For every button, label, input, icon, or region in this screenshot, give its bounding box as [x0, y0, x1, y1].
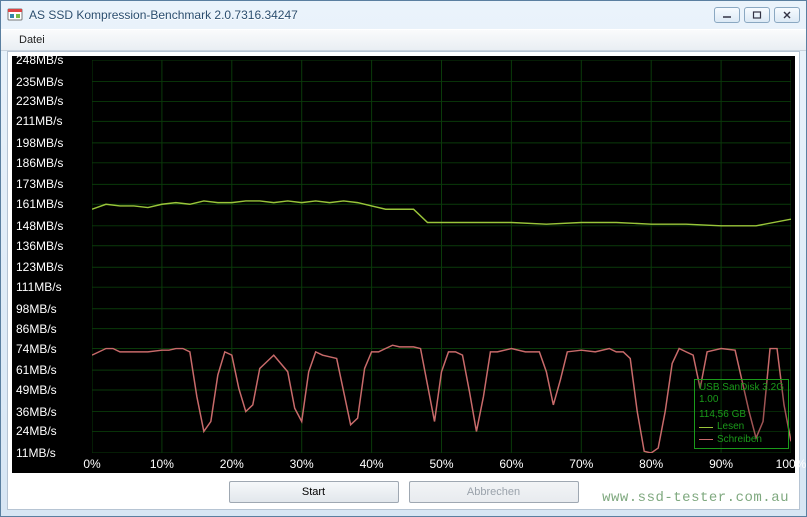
y-tick-label: 111MB/s: [16, 280, 62, 294]
button-row: Start Abbrechen: [8, 481, 799, 503]
y-tick-label: 24MB/s: [16, 424, 57, 438]
start-button[interactable]: Start: [229, 481, 399, 503]
window-title: AS SSD Kompression-Benchmark 2.0.7316.34…: [29, 8, 714, 22]
legend-write-row: Schreiben: [699, 434, 784, 447]
y-tick-label: 74MB/s: [16, 342, 57, 356]
x-tick-label: 50%: [429, 457, 453, 471]
menu-file[interactable]: Datei: [11, 32, 53, 48]
y-tick-label: 198MB/s: [16, 136, 63, 150]
x-tick-label: 10%: [150, 457, 174, 471]
y-tick-label: 49MB/s: [16, 383, 57, 397]
legend: USB SanDisk 3.2G 1.00 114,56 GB Lesen Sc…: [694, 379, 789, 450]
x-tick-label: 60%: [499, 457, 523, 471]
y-tick-label: 161MB/s: [16, 197, 63, 211]
y-tick-label: 235MB/s: [16, 75, 63, 89]
y-tick-label: 136MB/s: [16, 239, 63, 253]
chart-plot: [92, 60, 791, 453]
window-controls: [714, 7, 800, 23]
legend-capacity: 114,56 GB: [699, 409, 784, 422]
x-tick-label: 20%: [220, 457, 244, 471]
x-tick-label: 0%: [83, 457, 100, 471]
x-tick-label: 40%: [360, 457, 384, 471]
y-tick-label: 186MB/s: [16, 156, 63, 170]
maximize-button[interactable]: [744, 7, 770, 23]
legend-read-row: Lesen: [699, 421, 784, 434]
close-button[interactable]: [774, 7, 800, 23]
x-tick-label: 30%: [290, 457, 314, 471]
minimize-button[interactable]: [714, 7, 740, 23]
legend-firmware: 1.00: [699, 394, 784, 407]
y-tick-label: 223MB/s: [16, 94, 63, 108]
y-tick-label: 98MB/s: [16, 302, 57, 316]
abort-button: Abbrechen: [409, 481, 579, 503]
content-panel: USB SanDisk 3.2G 1.00 114,56 GB Lesen Sc…: [7, 51, 800, 510]
titlebar: AS SSD Kompression-Benchmark 2.0.7316.34…: [1, 1, 806, 29]
x-tick-label: 100%: [776, 457, 807, 471]
y-tick-label: 211MB/s: [16, 114, 62, 128]
legend-device: USB SanDisk 3.2G: [699, 382, 784, 395]
x-tick-label: 70%: [569, 457, 593, 471]
menubar: Datei: [1, 29, 806, 51]
y-tick-label: 11MB/s: [16, 446, 56, 460]
y-tick-label: 173MB/s: [16, 177, 63, 191]
y-tick-label: 123MB/s: [16, 260, 63, 274]
x-tick-label: 90%: [709, 457, 733, 471]
y-tick-label: 86MB/s: [16, 322, 57, 336]
y-tick-label: 61MB/s: [16, 363, 57, 377]
legend-read-label: Lesen: [717, 421, 744, 434]
y-tick-label: 148MB/s: [16, 219, 63, 233]
chart-area: USB SanDisk 3.2G 1.00 114,56 GB Lesen Sc…: [12, 56, 795, 473]
legend-write-swatch: [699, 439, 713, 440]
y-tick-label: 36MB/s: [16, 405, 57, 419]
legend-write-label: Schreiben: [717, 434, 762, 447]
app-icon: [7, 7, 23, 23]
legend-read-swatch: [699, 427, 713, 428]
x-tick-label: 80%: [639, 457, 663, 471]
app-window: AS SSD Kompression-Benchmark 2.0.7316.34…: [0, 0, 807, 517]
chart-svg: [92, 60, 791, 453]
y-tick-label: 248MB/s: [16, 53, 63, 67]
